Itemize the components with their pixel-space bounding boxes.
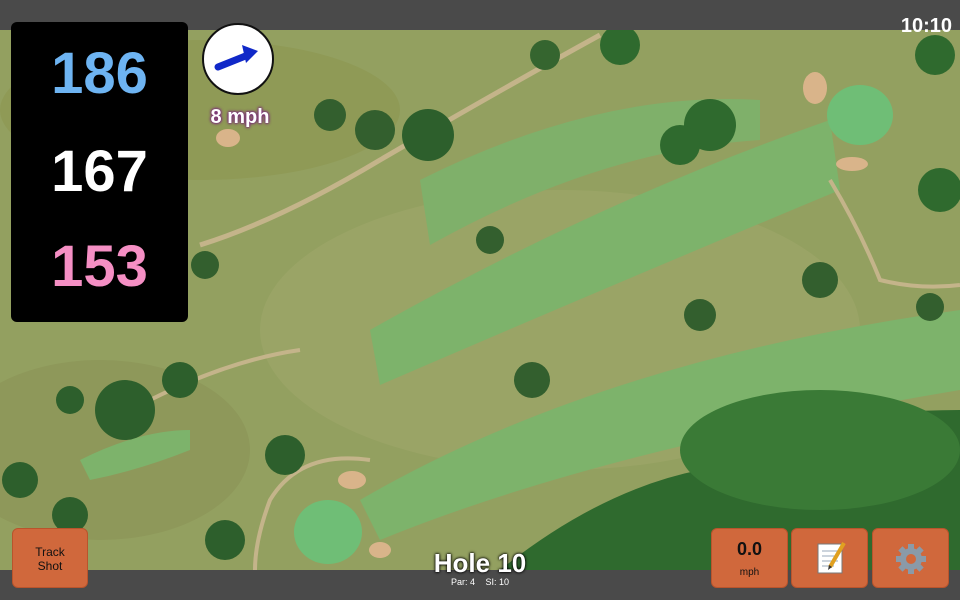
distance-center: 167	[51, 139, 148, 204]
hole-title: Hole 10	[433, 548, 527, 578]
wind-speed: 8 mph	[210, 106, 270, 128]
track-shot-label-line1: Track	[35, 545, 65, 559]
distance-front: 153	[51, 234, 148, 299]
track-shot-button[interactable]: Track Shot	[12, 528, 88, 588]
gear-icon	[896, 544, 926, 574]
arrow-right-icon	[214, 45, 258, 71]
speed-unit: mph	[739, 567, 760, 578]
speed-button[interactable]: 0.0 mph	[711, 528, 788, 588]
hole-info: Par: 4 SI: 10	[380, 577, 580, 587]
settings-button[interactable]	[872, 528, 949, 588]
notes-button[interactable]	[791, 528, 868, 588]
notepad-icon	[817, 541, 846, 574]
wind-direction-dial	[202, 23, 274, 95]
hole-par: Par: 4	[450, 577, 475, 587]
track-shot-label-line2: Shot	[37, 559, 63, 573]
distance-panel: 186 167 153	[11, 22, 188, 322]
speed-value: 0.0	[736, 539, 763, 559]
hole-stroke-index: SI: 10	[485, 577, 510, 587]
distance-back: 186	[51, 41, 148, 106]
clock: 10:10	[900, 15, 952, 37]
